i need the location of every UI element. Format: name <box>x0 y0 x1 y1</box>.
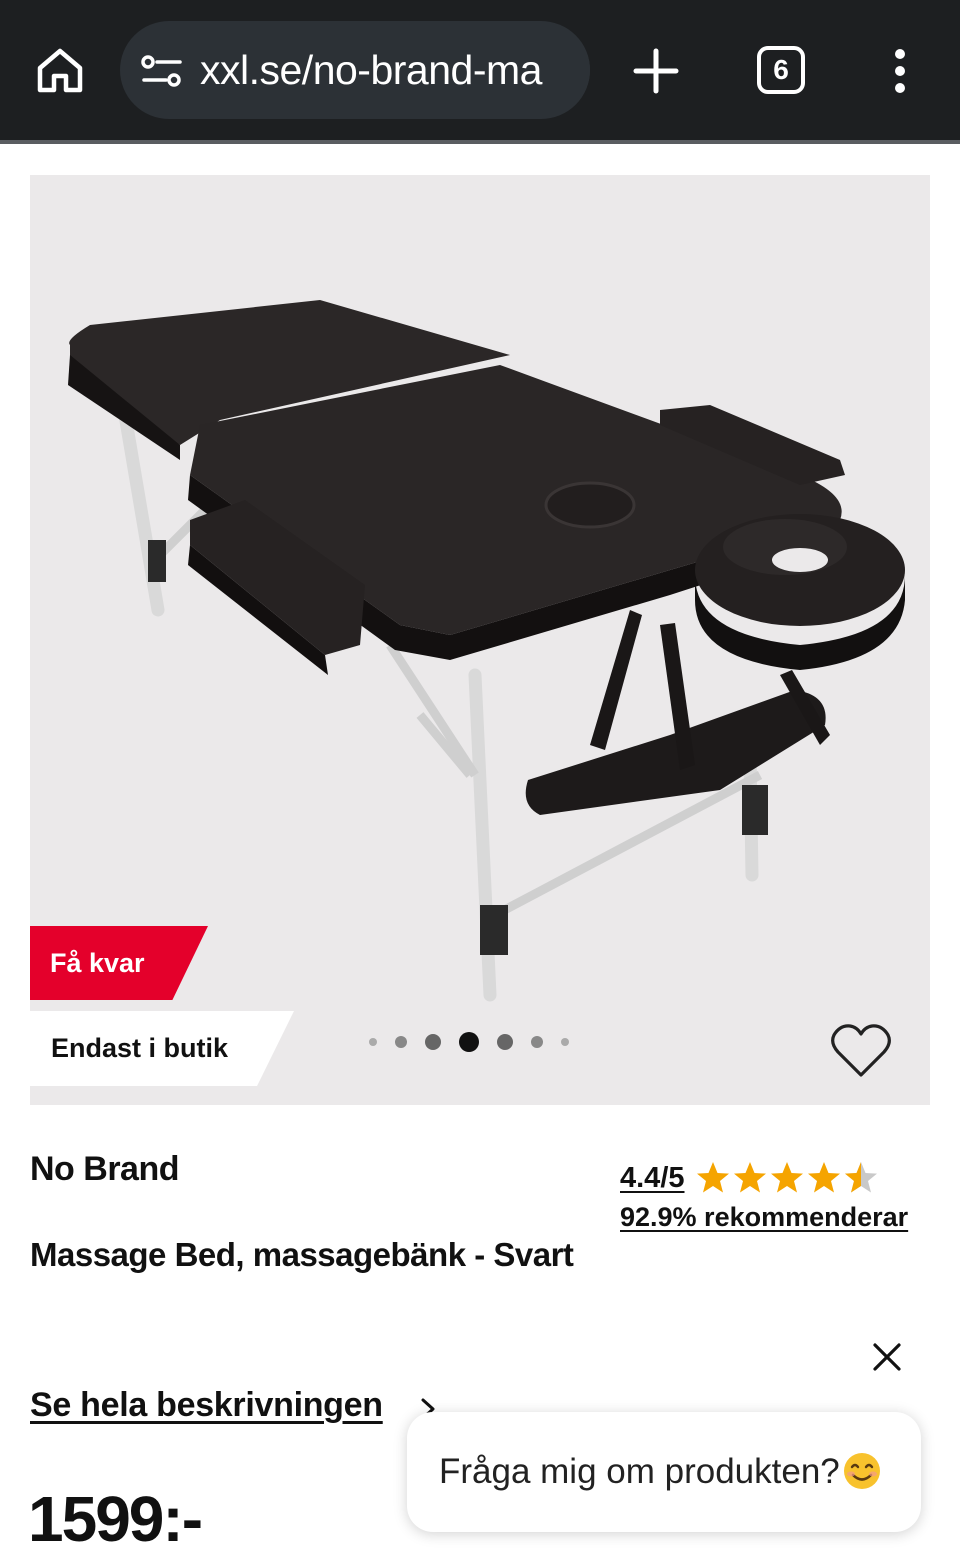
rating-summary[interactable]: 4.4/5 <box>620 1158 880 1198</box>
store-only-badge: Endast i butik <box>30 1011 294 1086</box>
address-bar[interactable]: xxl.se/no-brand-ma <box>120 21 590 119</box>
browser-toolbar: xxl.se/no-brand-ma 6 <box>0 0 960 140</box>
star-rating <box>695 1160 880 1196</box>
chat-prompt-text[interactable]: Fråga mig om produkten? <box>439 1452 840 1491</box>
product-brand[interactable]: No Brand <box>30 1150 180 1189</box>
gallery-dot[interactable] <box>395 1036 407 1048</box>
home-icon[interactable] <box>34 44 86 96</box>
store-only-badge-label: Endast i butik <box>51 1033 229 1063</box>
product-image-gallery[interactable]: Få kvar Endast i butik <box>30 175 930 1105</box>
gallery-dot[interactable] <box>425 1034 441 1050</box>
star-icon <box>770 1162 803 1193</box>
tab-switcher-icon[interactable]: 6 <box>757 46 805 94</box>
low-stock-badge-label: Få kvar <box>50 948 145 978</box>
gallery-dot-active[interactable] <box>459 1032 479 1052</box>
star-icon <box>807 1162 840 1193</box>
gallery-dot[interactable] <box>561 1038 569 1046</box>
recommend-percentage[interactable]: 92.9% rekommenderar <box>620 1202 908 1233</box>
chat-prompt-line[interactable]: Fråga mig om produkten? <box>439 1412 882 1532</box>
full-description-link[interactable]: Se hela beskrivningen <box>30 1386 383 1425</box>
star-icon <box>733 1162 766 1193</box>
gallery-dot[interactable] <box>369 1038 377 1046</box>
half-star-icon <box>844 1162 877 1193</box>
more-menu-icon[interactable] <box>888 48 912 94</box>
gallery-dot[interactable] <box>497 1034 513 1050</box>
product-title: Massage Bed, massagebänk - Svart <box>30 1236 574 1273</box>
url-text[interactable]: xxl.se/no-brand-ma <box>200 21 542 119</box>
gallery-dot[interactable] <box>531 1036 543 1048</box>
new-tab-plus-icon[interactable] <box>633 48 679 94</box>
toolbar-divider <box>0 140 960 144</box>
gallery-pagination[interactable] <box>360 1030 578 1054</box>
product-price: 1599:- <box>28 1483 203 1555</box>
site-settings-icon[interactable] <box>140 54 184 88</box>
smiling-face-emoji-icon <box>843 1453 880 1489</box>
star-icon <box>696 1162 729 1193</box>
url-fade <box>550 21 590 119</box>
close-icon[interactable] <box>870 1340 904 1374</box>
heart-outline-icon[interactable] <box>830 1023 892 1079</box>
rating-value[interactable]: 4.4/5 <box>620 1162 685 1195</box>
chat-prompt-bubble[interactable]: Fråga mig om produkten? <box>407 1412 921 1532</box>
